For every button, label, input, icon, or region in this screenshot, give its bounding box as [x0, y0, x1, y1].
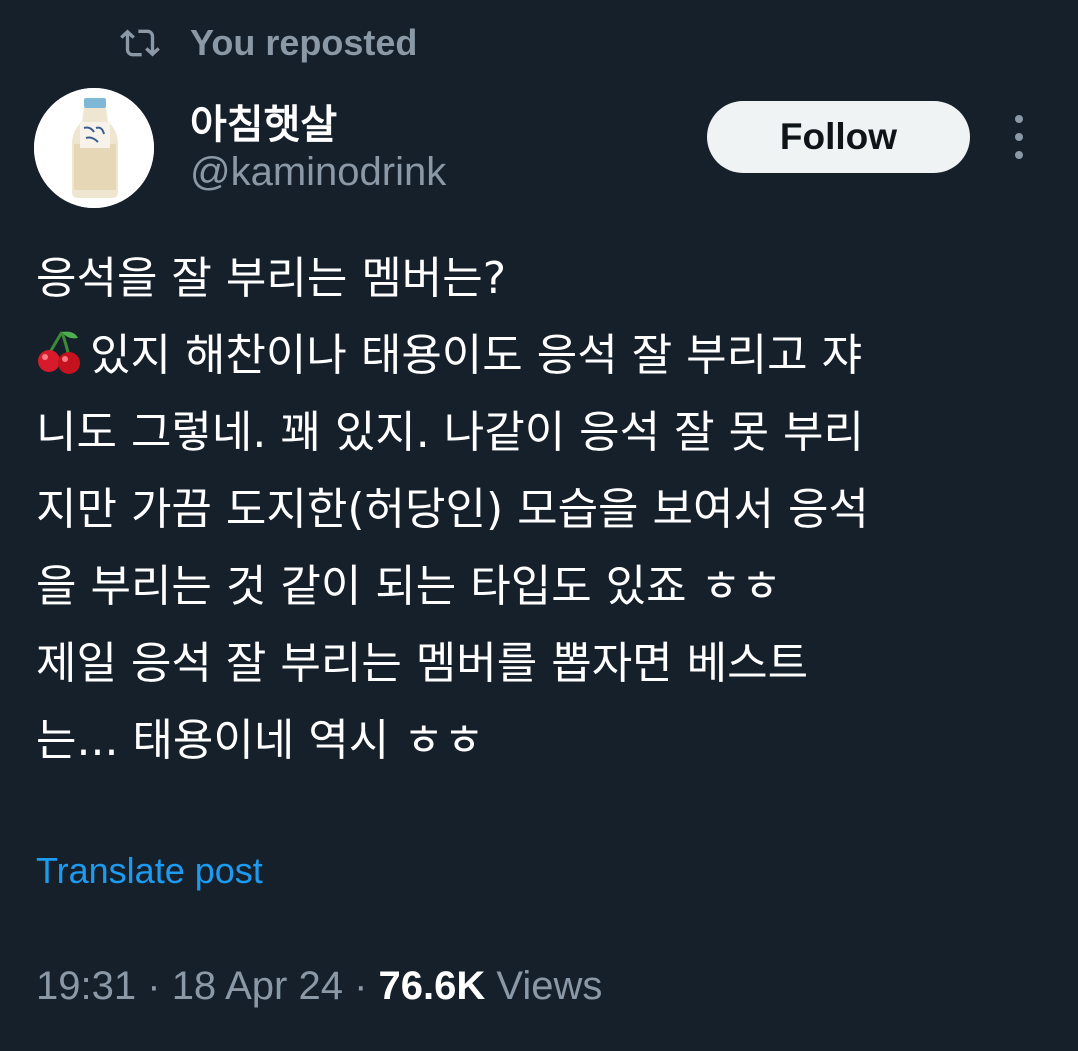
- repost-icon: [120, 23, 160, 63]
- more-dot: [1015, 151, 1023, 159]
- post-line: 을 부리는 것 같이 되는 타입도 있죠 ㅎㅎ: [36, 561, 782, 612]
- author-display-name[interactable]: 아침햇살: [190, 92, 337, 150]
- bottle-avatar: [34, 88, 154, 208]
- follow-button[interactable]: Follow: [707, 101, 970, 173]
- post-line: 제일 응석 잘 부리는 멤버를 뽑자면 베스트: [36, 638, 809, 689]
- views-label: Views: [496, 964, 603, 1008]
- views-count: 76.6K: [378, 964, 486, 1008]
- more-dot: [1015, 115, 1023, 123]
- repost-indicator: You reposted: [120, 20, 417, 66]
- meta-separator: ·: [354, 964, 368, 1008]
- post-line: 지만 가끔 도지한(허당인) 모습을 보여서 응석: [36, 484, 869, 535]
- more-icon[interactable]: [1002, 115, 1036, 159]
- post-line: 는... 태용이네 역시 ㅎㅎ: [36, 715, 485, 766]
- post-line: 있지 해찬이나 태용이도 응석 잘 부리고 쟈: [36, 317, 1046, 394]
- more-dot: [1015, 133, 1023, 141]
- post-line: 니도 그렇네. 꽤 있지. 나같이 응석 잘 못 부리: [36, 407, 865, 458]
- cherry-icon: [36, 323, 84, 374]
- post-time[interactable]: 19:31: [36, 964, 136, 1008]
- post-line-text: 있지 해찬이나 태용이도 응석 잘 부리고 쟈: [90, 330, 863, 381]
- translate-post-link[interactable]: Translate post: [36, 850, 263, 892]
- author-handle[interactable]: @kaminodrink: [190, 150, 446, 195]
- post-line: 응석을 잘 부리는 멤버는?: [36, 253, 507, 304]
- author-avatar[interactable]: [34, 88, 154, 208]
- meta-separator: ·: [147, 964, 161, 1008]
- post-meta: 19:31 · 18 Apr 24 · 76.6K Views: [36, 964, 602, 1009]
- repost-label: You reposted: [190, 22, 418, 63]
- post-text: 응석을 잘 부리는 멤버는? 있지 해찬이나 태용이도 응석 잘 부리고 쟈 니…: [36, 240, 1046, 779]
- post-date[interactable]: 18 Apr 24: [172, 964, 343, 1008]
